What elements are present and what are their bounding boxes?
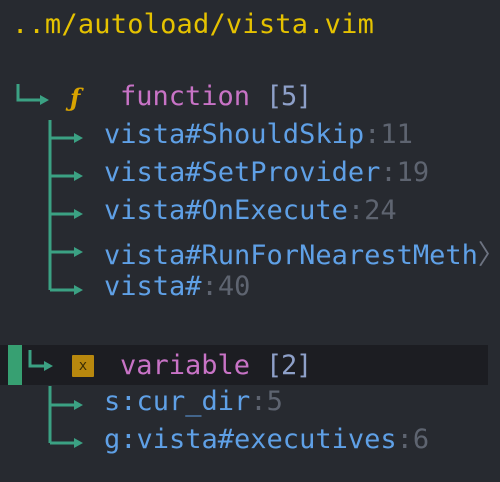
- truncation-chevron-icon: 〉: [478, 240, 500, 271]
- group-kind-label: function: [120, 81, 251, 112]
- tag-item[interactable]: s:cur_dir:5: [104, 386, 283, 417]
- tag-item[interactable]: g:vista#executives:6: [104, 424, 429, 455]
- tag-separator: :: [380, 157, 397, 188]
- tag-item[interactable]: vista#ShouldSkip:11: [104, 119, 413, 150]
- tag-separator: :: [250, 386, 267, 417]
- vista-sidebar: ..m/autoload/vista.vim ƒ function [ 5 ] …: [0, 0, 500, 482]
- tag-name: vista#RunForNearestMeth: [104, 240, 478, 271]
- file-path-header: ..m/autoload/vista.vim: [12, 9, 375, 40]
- function-icon: ƒ: [70, 83, 81, 112]
- group-variable[interactable]: x variable [ 2 ]: [0, 347, 500, 385]
- tag-name: vista#OnExecute: [104, 195, 348, 226]
- count-bracket-open: [: [266, 81, 283, 112]
- group-count: 2: [281, 350, 298, 381]
- tag-line-number: 40: [217, 271, 251, 302]
- count-bracket-close: ]: [296, 350, 313, 381]
- tag-line-number: 11: [380, 119, 413, 150]
- count-bracket-open: [: [266, 350, 283, 381]
- tag-name: g:vista#executives: [104, 424, 397, 455]
- group-kind-label: variable: [120, 350, 251, 381]
- tag-item[interactable]: vista#SetProvider:19: [104, 157, 429, 188]
- tag-line-number: 5: [266, 386, 283, 417]
- tag-item[interactable]: vista#:40: [104, 271, 250, 302]
- tag-separator: :: [364, 119, 381, 150]
- tag-line-number: 24: [364, 195, 397, 226]
- tag-separator: :: [201, 271, 218, 302]
- variable-icon: x: [72, 355, 94, 377]
- tag-name: s:cur_dir: [104, 386, 251, 417]
- tag-separator: :: [347, 195, 365, 226]
- tag-name: vista#: [104, 271, 202, 302]
- tag-item[interactable]: vista#RunForNearestMeth〉: [104, 233, 500, 272]
- tag-name: vista#ShouldSkip: [104, 119, 365, 150]
- tag-name: vista#SetProvider: [104, 157, 381, 188]
- group-count: 5: [281, 81, 298, 112]
- tag-separator: :: [396, 424, 413, 455]
- group-function[interactable]: ƒ function [ 5 ]: [0, 81, 500, 119]
- tag-line-number: 6: [412, 424, 430, 455]
- tag-line-number: 19: [396, 157, 430, 188]
- count-bracket-close: ]: [296, 81, 313, 112]
- tag-item[interactable]: vista#OnExecute:24: [104, 195, 397, 226]
